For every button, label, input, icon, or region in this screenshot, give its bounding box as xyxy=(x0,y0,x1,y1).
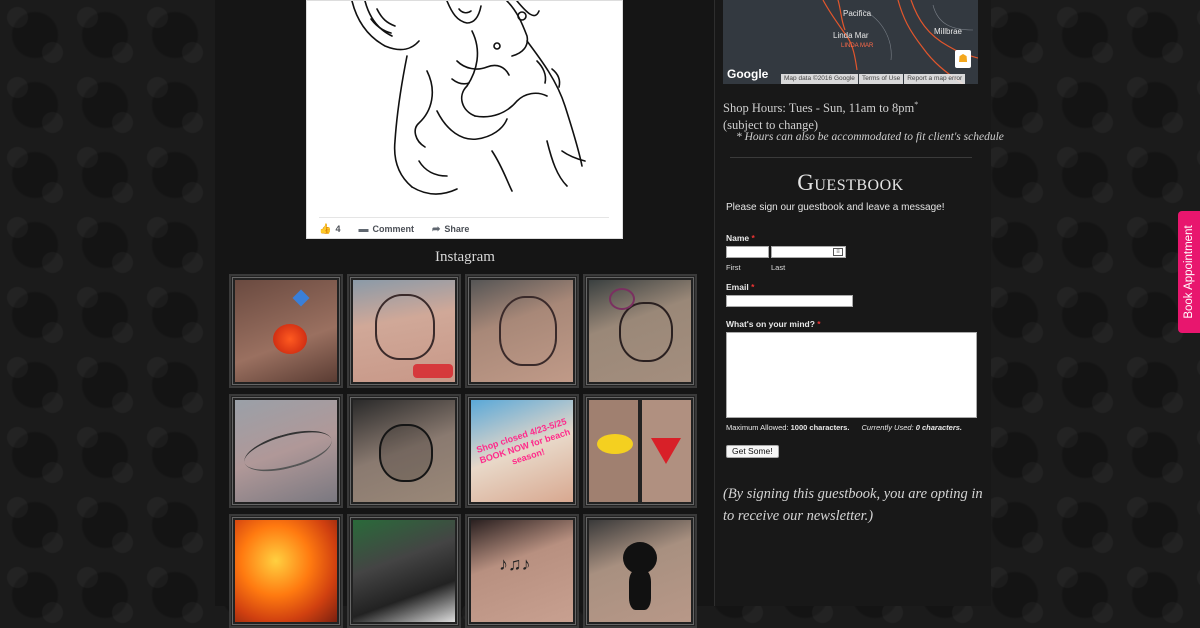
last-label: Last xyxy=(771,263,786,272)
instagram-photo-shop-closed[interactable]: Shop closed 4/23-5/25 BOOK NOW for beach… xyxy=(465,394,579,508)
book-appointment-label: Book Appointment xyxy=(1183,225,1195,319)
instagram-photo-mural[interactable] xyxy=(347,514,461,628)
last-name-input[interactable]: ≡ xyxy=(771,246,846,263)
shop-closed-overlay-text: Shop closed 4/23-5/25 BOOK NOW for beach… xyxy=(475,416,572,467)
shop-hours: Shop Hours: Tues - Sun, 11am to 8pm* (su… xyxy=(723,96,918,134)
required-mark: * xyxy=(817,319,821,329)
currently-used-label: Currently Used: xyxy=(861,423,914,432)
instagram-title: Instagram xyxy=(435,249,495,265)
share-button[interactable]: ➦ Share xyxy=(432,224,469,235)
email-label-text: Email xyxy=(726,282,749,292)
instagram-photo-sugar-skull-outline[interactable] xyxy=(465,274,579,388)
comment-button[interactable]: ▬ Comment xyxy=(358,224,414,235)
instagram-grid: Shop closed 4/23-5/25 BOOK NOW for beach… xyxy=(229,274,701,628)
contact-card-icon: ≡ xyxy=(833,248,843,256)
like-button[interactable]: 👍 4 xyxy=(319,224,340,235)
facebook-post-card: 👍 4 ▬ Comment ➦ Share xyxy=(306,0,623,239)
instagram-photo-batman-superman[interactable] xyxy=(583,394,697,508)
google-logo: Google xyxy=(727,67,769,81)
currently-used-value: 0 characters. xyxy=(915,423,963,432)
terms-of-use-link[interactable]: Terms of Use xyxy=(858,74,904,84)
name-label-text: Name xyxy=(726,233,750,243)
map-label-millbrae: Millbrae xyxy=(934,27,963,36)
pegman-icon[interactable]: ☗ xyxy=(955,50,971,68)
required-mark: * xyxy=(751,282,755,292)
map-label-pacifica: Pacifica xyxy=(843,9,872,18)
name-label: Name * xyxy=(726,233,755,243)
comment-label: Comment xyxy=(372,224,414,234)
map-label-linda-mar-district: LINDA MAR xyxy=(841,43,874,49)
hours-asterisk: * xyxy=(914,100,919,109)
max-allowed-label: Maximum Allowed: xyxy=(726,423,789,432)
share-label: Share xyxy=(444,224,470,234)
share-icon: ➦ xyxy=(431,223,441,235)
map-label-linda-mar: Linda Mar xyxy=(833,31,869,40)
instagram-photo-music-notes[interactable]: ♪♫♪ xyxy=(465,514,579,628)
tattoo-line-drawing xyxy=(351,1,586,195)
instagram-photo-feather-wing[interactable] xyxy=(229,394,343,508)
max-allowed-value: 1000 characters. xyxy=(790,423,850,432)
message-textarea[interactable] xyxy=(726,332,977,418)
shop-hours-line: Shop Hours: Tues - Sun, 11am to 8pm xyxy=(723,101,915,116)
instagram-photo-skull-flowers[interactable] xyxy=(347,394,461,508)
thumbs-up-icon: 👍 xyxy=(319,223,332,235)
first-label: First xyxy=(726,263,741,272)
first-name-input[interactable] xyxy=(726,246,769,263)
get-some-button[interactable]: Get Some! xyxy=(726,445,779,458)
required-mark: * xyxy=(751,233,755,243)
report-map-error-link[interactable]: Report a map error xyxy=(904,74,966,84)
email-input[interactable] xyxy=(726,295,853,312)
guestbook-title: Guestbook xyxy=(797,170,904,195)
email-label: Email * xyxy=(726,282,754,292)
instagram-photo-rose-tattoo[interactable] xyxy=(229,274,343,388)
guestbook-intro: Please sign our guestbook and leave a me… xyxy=(726,202,945,213)
map-footer: Map data ©2016 Google Terms of Use Repor… xyxy=(781,74,966,84)
character-counter: Maximum Allowed: 1000 characters. Curren… xyxy=(726,423,962,432)
facebook-action-bar: 👍 4 ▬ Comment ➦ Share xyxy=(319,217,609,240)
instagram-photo-skull-roses[interactable] xyxy=(583,274,697,388)
comment-icon: ▬ xyxy=(358,223,369,235)
book-appointment-button[interactable]: Book Appointment xyxy=(1178,211,1200,333)
like-count: 4 xyxy=(335,224,341,234)
instagram-photo-felix-cat[interactable] xyxy=(583,514,697,628)
message-label-text: What's on your mind? xyxy=(726,319,815,329)
newsletter-optin-note: (By signing this guestbook, you are opti… xyxy=(723,486,983,524)
instagram-photo-abstract-art[interactable] xyxy=(229,514,343,628)
message-label: What's on your mind? * xyxy=(726,319,821,329)
instagram-photo-sugar-skull-foot[interactable] xyxy=(347,274,461,388)
sidebar-divider xyxy=(730,157,972,158)
map-data-credit: Map data ©2016 Google xyxy=(781,74,858,84)
hours-note: * Hours can also be accommodated to fit … xyxy=(736,131,1004,143)
google-map[interactable]: Pacifica Linda Mar LINDA MAR Millbrae Go… xyxy=(723,0,978,84)
